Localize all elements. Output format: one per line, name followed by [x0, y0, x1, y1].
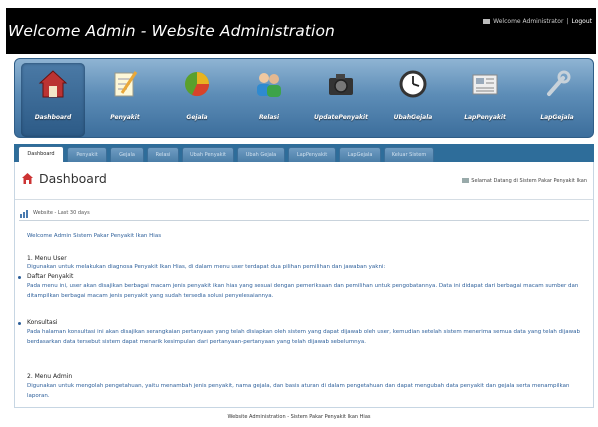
menu-item-updatepenyakit[interactable]: UpdatePenyakit: [309, 63, 373, 137]
tab-ubah-penyakit[interactable]: Ubah Penyakit: [182, 147, 234, 162]
wrench-icon: [547, 70, 571, 96]
footer: Website Administration - Sistem Pakar Pe…: [227, 414, 371, 420]
item-text: Digunakan untuk mengolah pengetahuan, ya…: [27, 383, 570, 399]
user-icon: [483, 19, 491, 24]
pie-chart-icon: [185, 72, 210, 97]
item-title: Daftar Penyakit: [27, 273, 74, 280]
menu-label: Gejala: [186, 114, 208, 121]
tab-gejala[interactable]: Gejala: [110, 147, 144, 162]
tab-bar: Dashboard Penyakit Gejala Relasi Ubah Pe…: [14, 144, 594, 162]
item-text: Pada halaman konsultasi ini akan disajik…: [27, 329, 580, 345]
tab-penyakit[interactable]: Penyakit: [67, 147, 107, 162]
menu-item-relasi[interactable]: Relasi: [237, 63, 301, 137]
menu-label: LapGejala: [540, 114, 574, 121]
page: Welcome Admin - Website Administration W…: [6, 8, 596, 408]
house-icon: [38, 70, 68, 98]
note-icon: [462, 178, 470, 183]
menu-item-dashboard[interactable]: Dashboard: [21, 63, 85, 137]
intro-text: Welcome Admin Sistem Pakar Penyakit Ikan…: [27, 233, 162, 239]
tab-lapgejala[interactable]: LapGejala: [339, 147, 381, 162]
site-title: Welcome Admin - Website Administration: [8, 22, 335, 40]
tab-dashboard[interactable]: Dashboard: [18, 146, 64, 162]
menu-label: Relasi: [258, 114, 280, 121]
welcome-note: Selamat Datang di Sistem Pakar Penyakit …: [462, 178, 587, 184]
separator: |: [566, 18, 569, 25]
menu-item-lappenyakit[interactable]: LapPenyakit: [453, 63, 517, 137]
notepad-pencil-icon: [114, 71, 138, 97]
tab-keluar-sistem[interactable]: Keluar Sistem: [384, 147, 434, 162]
bullet: [18, 322, 21, 325]
camera-icon: [329, 74, 353, 95]
icon-menu: Dashboard Penyakit Gejala Relasi UpdateP…: [14, 58, 594, 138]
user-bar: Welcome Administrator | Logout: [483, 18, 592, 25]
content-panel: Dashboard Selamat Datang di Sistem Pakar…: [14, 162, 594, 408]
menu-label: Dashboard: [34, 114, 72, 121]
page-header: Dashboard Selamat Datang di Sistem Pakar…: [15, 162, 593, 200]
chart-icon: [20, 210, 28, 218]
newspaper-icon: [472, 74, 498, 95]
user-text: Welcome Administrator: [493, 18, 564, 25]
users-icon: [257, 73, 281, 97]
menu-item-lapgejala[interactable]: LapGejala: [525, 63, 589, 137]
tab-relasi[interactable]: Relasi: [147, 147, 179, 162]
menu-label: UpdatePenyakit: [314, 114, 368, 121]
welcome-note-text: Selamat Datang di Sistem Pakar Penyakit …: [471, 178, 587, 184]
menu-label: LapPenyakit: [464, 114, 506, 121]
tab-lappenyakit[interactable]: LapPenyakit: [288, 147, 336, 162]
item-title: 2. Menu Admin: [27, 373, 73, 380]
page-title: Dashboard: [39, 171, 107, 186]
item-text: Digunakan untuk melakukan diagnosa Penya…: [27, 264, 386, 270]
item-title: 1. Menu User: [27, 255, 67, 262]
clock-icon: [399, 70, 427, 98]
section-title: Website - Last 30 days: [33, 210, 90, 216]
menu-item-ubahgejala[interactable]: UbahGejala: [381, 63, 445, 137]
menu-item-penyakit[interactable]: Penyakit: [93, 63, 157, 137]
site-header: Welcome Admin - Website Administration W…: [6, 8, 596, 54]
item-text: Pada menu ini, user akan disajikan berba…: [27, 283, 579, 299]
menu-item-gejala[interactable]: Gejala: [165, 63, 229, 137]
tab-ubah-gejala[interactable]: Ubah Gejala: [237, 147, 285, 162]
home-icon: [22, 173, 33, 184]
logout-link[interactable]: Logout: [571, 18, 592, 25]
item-title: Konsultasi: [27, 319, 58, 326]
menu-label: UbahGejala: [393, 114, 433, 121]
section-bar: Website - Last 30 days: [19, 208, 589, 221]
bullet: [18, 276, 21, 279]
menu-label: Penyakit: [110, 114, 140, 121]
